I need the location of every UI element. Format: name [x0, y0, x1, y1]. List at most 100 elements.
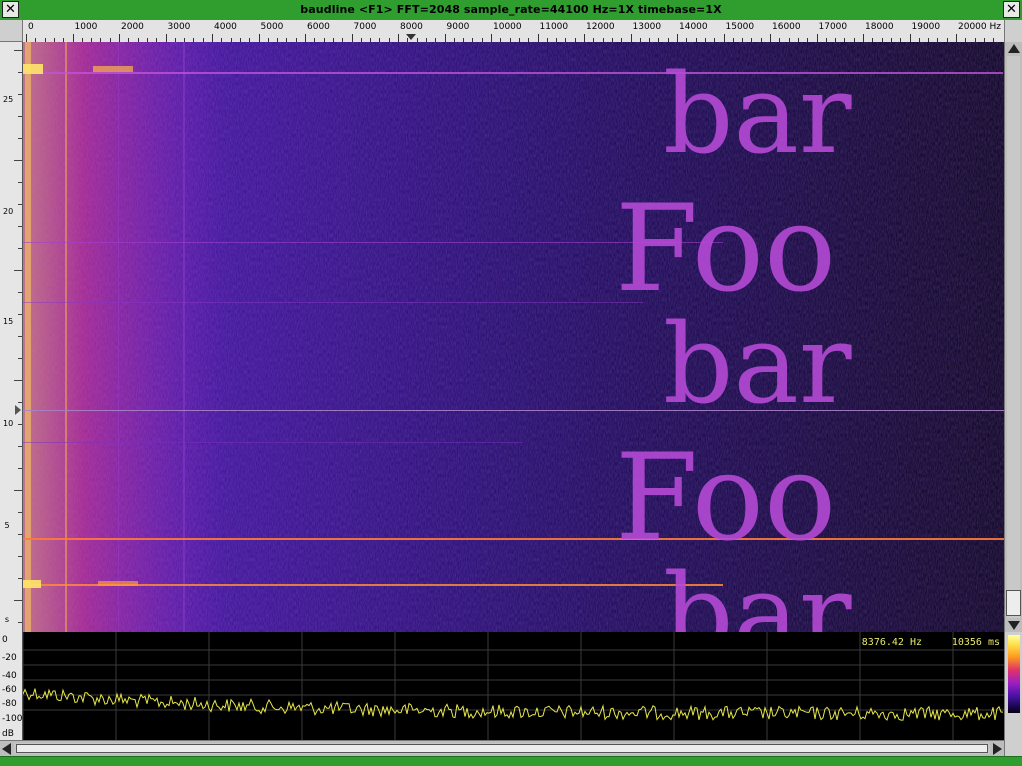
frequency-tick-label: 11000: [539, 22, 569, 32]
spectral-line: [118, 42, 119, 632]
frequency-major-tick: [165, 34, 167, 42]
ruler-corner: [1004, 20, 1022, 42]
frequency-tick-label: 16000: [772, 22, 801, 32]
db-tick-label: -20: [2, 653, 17, 663]
window-title: baudline <F1> FFT=2048 sample_rate=44100…: [300, 3, 722, 16]
frequency-tick-label: 4000: [214, 22, 237, 32]
frequency-tick-label: 12000: [586, 22, 615, 32]
time-tick: [14, 490, 22, 491]
frequency-major-tick: [444, 34, 446, 42]
spectrogram-overlay-text: Foo: [615, 180, 836, 319]
time-tick: [18, 446, 22, 447]
time-tick: [18, 468, 22, 469]
frequency-major-tick: [537, 34, 539, 42]
frequency-tick-label: 8000: [400, 22, 423, 32]
frequency-major-tick: [816, 34, 818, 42]
frequency-major-tick: [258, 34, 260, 42]
frequency-tick-label: 5000: [260, 22, 284, 32]
harmonic-line: [23, 72, 1003, 74]
frequency-tick-label: 2000: [121, 22, 144, 32]
time-tick: [18, 402, 22, 403]
time-tick-label: 15: [3, 317, 14, 326]
time-tick: [18, 578, 22, 579]
frequency-major-tick: [770, 34, 771, 42]
time-tick: [14, 600, 22, 601]
arrow-left-icon[interactable]: [2, 743, 11, 755]
db-tick-label: dB: [2, 729, 14, 739]
time-tick: [18, 292, 22, 293]
spectral-line: [183, 42, 185, 632]
spectrogram-overlay-text: bar: [663, 550, 852, 632]
scroll-corner: [1004, 740, 1022, 756]
time-tick: [14, 160, 22, 161]
time-cursor-marker[interactable]: [15, 405, 21, 415]
frequency-major-tick: [630, 34, 632, 42]
horizontal-scrollbar[interactable]: [0, 740, 1004, 756]
frequency-major-tick: [212, 34, 213, 42]
hot-spot: [23, 64, 43, 74]
arrow-up-icon[interactable]: [1008, 44, 1020, 53]
harmonic-line: [23, 538, 1004, 540]
time-tick: [18, 72, 22, 73]
spectral-line: [65, 42, 67, 632]
frequency-axis[interactable]: Hz 0 1000 2000 3000 4000 5000 6000 7000 8000 9000…: [23, 20, 1004, 43]
arrow-down-icon[interactable]: [1008, 621, 1020, 630]
time-tick: [18, 512, 22, 513]
time-tick: [18, 622, 22, 623]
time-tick: [14, 50, 22, 51]
frequency-major-tick: [863, 34, 864, 42]
time-tick: [18, 424, 22, 425]
arrow-right-icon[interactable]: [993, 743, 1002, 755]
frequency-tick-label: 9000: [446, 22, 470, 32]
status-bar: [0, 756, 1022, 766]
frequency-tick-label: 13000: [632, 22, 662, 32]
time-tick: [14, 380, 22, 381]
frequency-major-tick: [956, 34, 957, 42]
time-tick: [18, 94, 22, 95]
time-tick: [18, 138, 22, 139]
scroll-trough[interactable]: [1007, 56, 1020, 618]
frequency-tick-label: 3000: [167, 22, 191, 32]
scroll-thumb[interactable]: [16, 744, 988, 753]
time-tick: [18, 226, 22, 227]
frequency-tick-label: 18000: [865, 22, 894, 32]
spectrum-trace: [23, 688, 1004, 721]
low-frequency-band: [25, 42, 31, 632]
frequency-tick-label: 6000: [307, 22, 330, 32]
spectrogram-display[interactable]: bar Foo bar Foo bar: [23, 42, 1004, 632]
frequency-tick-label: 10000: [493, 22, 522, 32]
spectrogram-overlay-text: bar: [663, 50, 852, 178]
db-axis: 0 -20 -40 -60 -80 -100 dB: [0, 632, 23, 740]
time-tick: [14, 270, 22, 271]
frequency-major-tick: [677, 34, 678, 42]
db-tick-label: -60: [2, 685, 17, 695]
spectrogram-overlay-text: bar: [663, 300, 852, 428]
frequency-tick-label: 20000: [958, 22, 987, 32]
time-tick: [18, 116, 22, 117]
time-tick-label: 5: [4, 521, 10, 530]
frequency-tick-label: 1000: [74, 22, 98, 32]
ruler-corner: [0, 20, 23, 42]
frequency-major-tick: [119, 34, 120, 42]
time-tick-label: s: [4, 615, 10, 624]
close-icon[interactable]: ✕: [1003, 1, 1020, 18]
time-tick-label: 20: [3, 207, 14, 216]
hot-spot: [23, 580, 41, 588]
frequency-tick-label: 7000: [353, 22, 377, 32]
frequency-tick-label: 19000: [911, 22, 941, 32]
time-tick: [18, 248, 22, 249]
scroll-thumb[interactable]: [1006, 590, 1021, 616]
frequency-tick-label: 15000: [725, 22, 755, 32]
frequency-major-tick: [584, 34, 585, 42]
vertical-scrollbar[interactable]: [1004, 42, 1022, 632]
frequency-tick-label: 14000: [679, 22, 708, 32]
frequency-major-tick: [351, 34, 353, 42]
spectrum-display[interactable]: 8376.42 Hz 10356 ms: [23, 632, 1004, 740]
harmonic-line: [23, 302, 643, 303]
title-bar[interactable]: ✕ baudline <F1> FFT=2048 sample_rate=441…: [0, 0, 1022, 20]
time-tick: [18, 204, 22, 205]
time-tick: [18, 358, 22, 359]
frequency-major-tick: [72, 34, 74, 42]
time-tick-label: 10: [3, 419, 14, 428]
time-axis[interactable]: 25 20 15 10 5 s: [0, 42, 23, 632]
